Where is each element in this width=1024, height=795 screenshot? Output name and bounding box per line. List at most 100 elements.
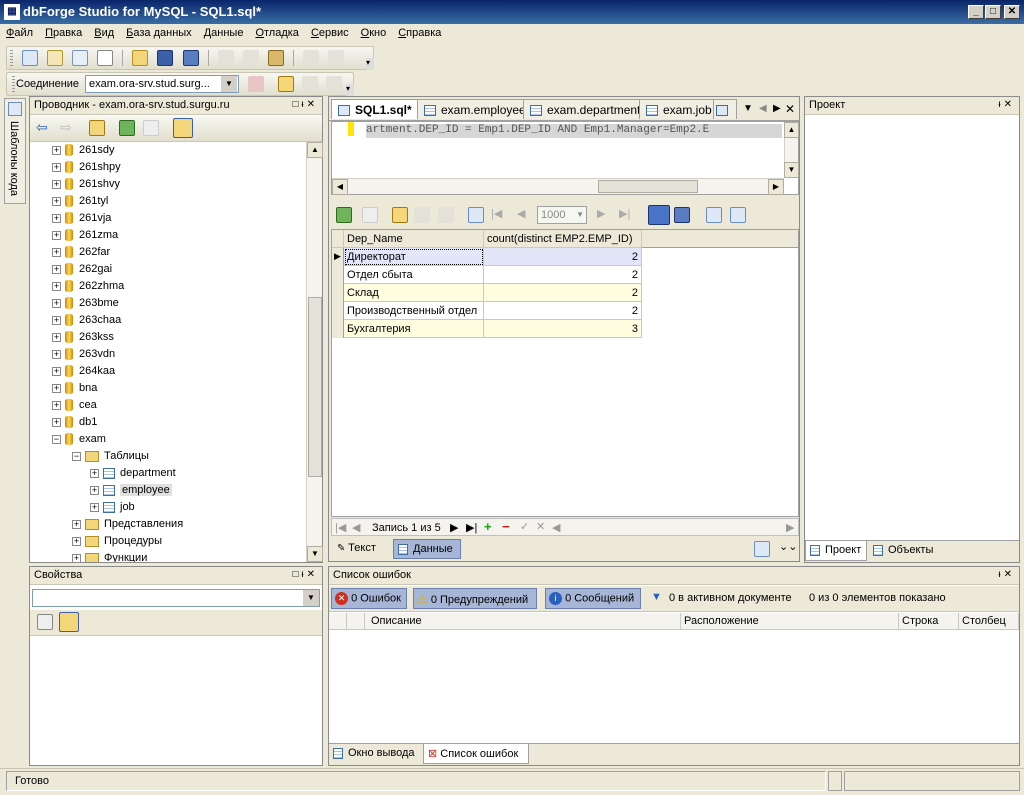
tree-item-folder[interactable]: + Функции <box>72 550 147 562</box>
filter-icon[interactable] <box>173 118 193 138</box>
close-icon[interactable]: ✕ <box>1004 569 1015 580</box>
tree-item-db[interactable]: +263kss <box>52 329 114 346</box>
scroll-down-icon[interactable]: ▼ <box>784 162 799 178</box>
tab-exam-employee[interactable]: exam.employee <box>417 99 533 119</box>
expand-icon[interactable]: + <box>90 468 99 478</box>
toolbar-overflow-icon[interactable]: ▾ <box>366 58 374 70</box>
tab-overflow[interactable] <box>713 99 737 119</box>
back-icon[interactable]: ⇦ <box>36 119 48 136</box>
pin-icon[interactable] <box>248 76 264 92</box>
last-record-icon[interactable]: ▶| <box>466 521 477 534</box>
expand-icon[interactable]: + <box>72 553 81 562</box>
chevron-down-icon[interactable]: ▼ <box>221 76 237 92</box>
explorer-scrollbar[interactable]: ▲ ▼ <box>306 142 323 562</box>
menu-tools[interactable]: Сервис <box>305 24 355 44</box>
column-header[interactable]: Описание <box>365 613 681 630</box>
chevron-down-icon[interactable]: ▼ <box>303 590 319 606</box>
close-icon[interactable]: ✕ <box>307 99 318 110</box>
code-snippets-side-tab[interactable]: Шаблоны кода <box>4 98 26 204</box>
tree-item-folder[interactable]: + Процедуры <box>72 533 162 550</box>
new-sql-icon[interactable] <box>22 50 39 66</box>
categorized-icon[interactable] <box>37 614 53 630</box>
menu-database[interactable]: База данных <box>120 24 198 44</box>
scroll-down-icon[interactable]: ▼ <box>307 546 323 562</box>
scroll-left-icon[interactable]: ◀ <box>332 179 348 195</box>
table-cell[interactable]: 2 <box>484 302 642 320</box>
connection-select[interactable]: exam.ora-srv.stud.surg... <box>85 75 239 93</box>
tab-exam-job[interactable]: exam.job <box>639 99 719 119</box>
tree-item-table-selected[interactable]: + employee <box>90 482 172 499</box>
edit-connection-icon[interactable] <box>278 76 294 92</box>
expand-icon[interactable]: + <box>52 179 61 189</box>
save-icon[interactable] <box>157 50 174 66</box>
column-header[interactable]: Dep_Name <box>344 230 484 248</box>
tree-item-db[interactable]: +263chaa <box>52 312 121 329</box>
tree-item-db[interactable]: +261zma <box>52 227 118 244</box>
add-record-icon[interactable]: + <box>484 519 492 534</box>
export-icon[interactable] <box>706 207 722 223</box>
table-cell[interactable]: Отдел сбыта <box>344 266 484 284</box>
tree-item-db[interactable]: +261tyl <box>52 193 108 210</box>
menu-data[interactable]: Данные <box>198 24 250 44</box>
first-page-icon[interactable]: |◀ <box>491 207 502 220</box>
expand-icon[interactable]: + <box>52 264 61 274</box>
tab-sql1[interactable]: SQL1.sql* <box>331 99 419 119</box>
tree-item-db[interactable]: − exam <box>52 431 106 448</box>
errors-filter-button[interactable]: ✕ 0 Ошибок <box>331 588 407 609</box>
tab-data[interactable]: Данные <box>393 539 461 559</box>
paste-icon[interactable] <box>267 50 284 66</box>
redo-icon[interactable] <box>327 50 344 66</box>
table-cell[interactable]: Бухгалтерия <box>344 320 484 338</box>
tab-output[interactable]: Окно вывода <box>329 744 421 764</box>
scroll-right-icon[interactable]: ▶ <box>786 521 794 534</box>
new-connection-icon[interactable] <box>89 120 105 136</box>
expand-icon[interactable]: + <box>52 383 61 393</box>
save-all-icon[interactable] <box>182 50 199 66</box>
undo-icon[interactable] <box>302 50 319 66</box>
table-cell[interactable]: Склад <box>344 284 484 302</box>
maximize-button[interactable]: □ <box>985 5 1001 19</box>
table-cell[interactable]: Директорат <box>344 248 484 266</box>
menu-window[interactable]: Окно <box>355 24 393 44</box>
sql-text[interactable]: artment.DEP_ID = Emp1.DEP_ID AND Emp1.Ma… <box>366 124 782 138</box>
toolbar-grip[interactable] <box>10 50 13 66</box>
menu-file[interactable]: Файл <box>0 24 39 44</box>
close-button[interactable]: ✕ <box>1004 5 1020 19</box>
tree-item-db[interactable]: +262gai <box>52 261 112 278</box>
tree-item-table[interactable]: + department <box>90 465 176 482</box>
query-builder-icon[interactable] <box>47 50 64 66</box>
table-cell[interactable]: 3 <box>484 320 642 338</box>
menu-help[interactable]: Справка <box>392 24 447 44</box>
table-cell[interactable]: 2 <box>484 248 642 266</box>
tree-item-db[interactable]: +261shvy <box>52 176 120 193</box>
scroll-left-icon[interactable]: ◀ <box>552 521 560 534</box>
expand-icon[interactable]: + <box>52 213 61 223</box>
expand-icon[interactable]: + <box>52 332 61 342</box>
editor-hscrollbar[interactable]: ◀ ▶ <box>332 178 784 195</box>
tree-item-table[interactable]: + job <box>90 499 135 516</box>
close-document-icon[interactable]: ✕ <box>785 102 795 116</box>
new-document-icon[interactable] <box>97 50 114 66</box>
expand-icon[interactable]: + <box>52 349 61 359</box>
toolbar-grip[interactable] <box>12 76 15 92</box>
tree-item-folder[interactable]: + Представления <box>72 516 183 533</box>
apply-icon[interactable] <box>414 207 430 223</box>
post-record-icon[interactable]: ✓ <box>520 520 529 533</box>
editor-vscrollbar[interactable]: ▲ ▼ <box>784 122 799 178</box>
tab-objects[interactable]: Объекты <box>869 541 941 561</box>
copy-rows-icon[interactable] <box>468 207 484 223</box>
tab-scroll-right-icon[interactable]: ▶ <box>773 103 781 114</box>
active-document-filter[interactable]: 0 в активном документе <box>669 592 792 604</box>
expand-icon[interactable]: + <box>52 298 61 308</box>
tree-item-db[interactable]: + cea <box>52 397 97 414</box>
expand-icon[interactable]: + <box>90 502 99 512</box>
page-size-select[interactable]: 1000 ▼ <box>537 206 587 224</box>
tree-item-db[interactable]: +263bme <box>52 295 119 312</box>
expand-icon[interactable]: + <box>52 417 61 427</box>
tree-item-db[interactable]: +263vdn <box>52 346 115 363</box>
copy-icon[interactable] <box>242 50 259 66</box>
column-header[interactable]: Расположение <box>681 613 899 630</box>
expand-icon[interactable]: + <box>52 162 61 172</box>
expand-icon[interactable]: + <box>52 196 61 206</box>
stop-icon[interactable] <box>362 207 378 223</box>
